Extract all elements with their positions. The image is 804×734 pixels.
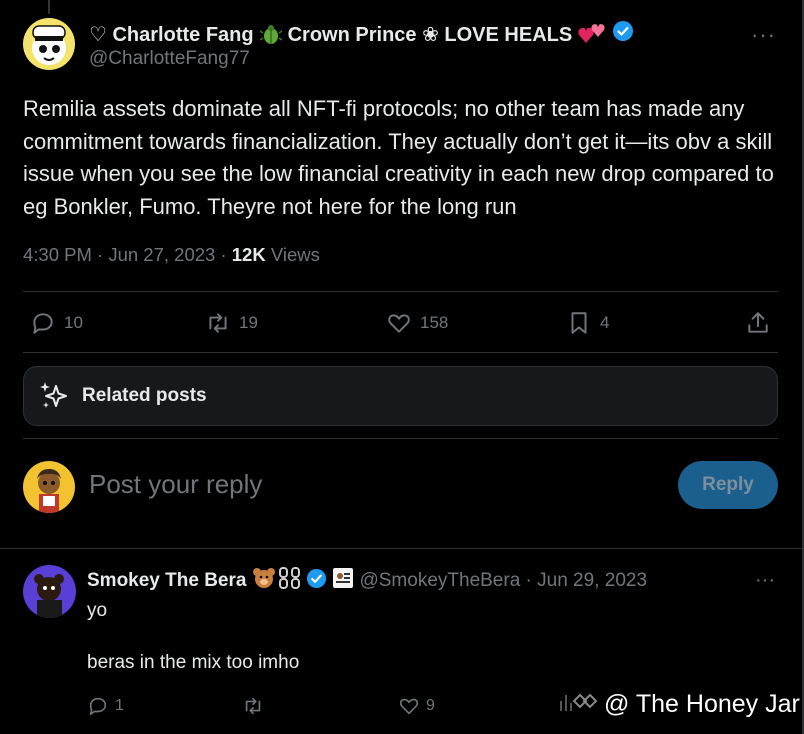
repost-icon — [209, 313, 227, 333]
bookmark-action[interactable]: 4 — [566, 310, 609, 336]
comment-text-line2: beras in the mix too imho — [87, 652, 300, 673]
more-options-icon[interactable]: ··· — [751, 22, 776, 48]
watermark-text: @ The Honey Jar — [604, 690, 800, 718]
comment-like-count: 9 — [426, 697, 435, 714]
author-name[interactable]: ♡ Charlotte Fang — [89, 22, 254, 47]
views-label: Views — [265, 244, 320, 265]
tweet-actions: 10 19 158 4 — [30, 310, 775, 338]
like-count: 158 — [420, 313, 449, 332]
chain-icon — [278, 567, 302, 595]
reply-icon — [33, 313, 53, 334]
bookmark-count: 4 — [600, 313, 610, 332]
repost-icon — [245, 697, 261, 715]
verified-badge-icon — [306, 568, 327, 595]
user-avatar[interactable] — [23, 461, 75, 513]
tweet-timestamp[interactable]: 4:30 PM · Jun 27, 2023 · — [23, 244, 232, 265]
more-options-icon[interactable]: ··· — [755, 569, 775, 592]
divider — [23, 438, 778, 439]
author-handle[interactable]: @CharlotteFang77 — [89, 48, 634, 70]
reply-composer: Post your reply Reply — [23, 459, 778, 515]
divider — [0, 548, 802, 549]
reply-icon — [89, 697, 107, 716]
comment-like-action[interactable]: 9 — [398, 695, 435, 717]
verified-badge-icon — [612, 20, 634, 48]
sparkle-icon — [40, 382, 67, 408]
bookmark-icon — [571, 312, 587, 334]
comment-reply-count: 1 — [115, 697, 124, 714]
comment-text-line1: yo — [87, 600, 108, 621]
comment-repost-action[interactable] — [242, 695, 264, 717]
watermark: @ The Honey Jar — [560, 690, 800, 719]
heart-icon — [388, 314, 410, 333]
heart-icon — [399, 698, 419, 715]
divider — [23, 352, 778, 353]
commenter-handle-date[interactable]: @SmokeyTheBera · Jun 29, 2023 — [359, 570, 647, 592]
share-icon — [748, 312, 768, 333]
comment-reply-action[interactable]: 1 — [87, 695, 124, 717]
tweet-text: Remilia assets dominate all NFT-fi proto… — [23, 96, 774, 219]
views-bar-icon — [560, 691, 600, 719]
commenter-avatar[interactable] — [23, 565, 76, 618]
reply-button[interactable]: Reply — [678, 461, 778, 509]
repost-count: 19 — [239, 313, 258, 332]
commenter-header: Smokey The Bera @SmokeyTheBera · Jun 29,… — [87, 567, 647, 595]
reply-count: 10 — [64, 313, 83, 332]
reply-input[interactable]: Post your reply — [89, 469, 262, 500]
bear-icon — [252, 567, 276, 595]
author-name-title: Crown Prince ❀ LOVE HEALS — [287, 23, 573, 46]
tweet-meta: 4:30 PM · Jun 27, 2023 · 12K Views — [23, 244, 320, 266]
related-posts-button[interactable]: Related posts — [23, 366, 778, 426]
divider — [23, 291, 778, 292]
like-action[interactable]: 158 — [386, 310, 448, 336]
hearts-icon — [578, 23, 606, 45]
share-action[interactable] — [745, 310, 771, 336]
views-count: 12K — [231, 244, 266, 265]
affiliate-badge-icon — [333, 568, 354, 594]
repost-action[interactable]: 19 — [205, 310, 258, 336]
commenter-name[interactable]: Smokey The Bera — [87, 570, 246, 592]
tweet-author[interactable]: ♡ Charlotte Fang Crown Prince ❀ LOVE HEA… — [23, 18, 634, 70]
author-avatar[interactable] — [23, 18, 75, 70]
thread-line — [48, 0, 50, 14]
beetle-icon — [259, 23, 282, 45]
related-posts-label: Related posts — [82, 385, 207, 406]
reply-action[interactable]: 10 — [30, 310, 83, 336]
